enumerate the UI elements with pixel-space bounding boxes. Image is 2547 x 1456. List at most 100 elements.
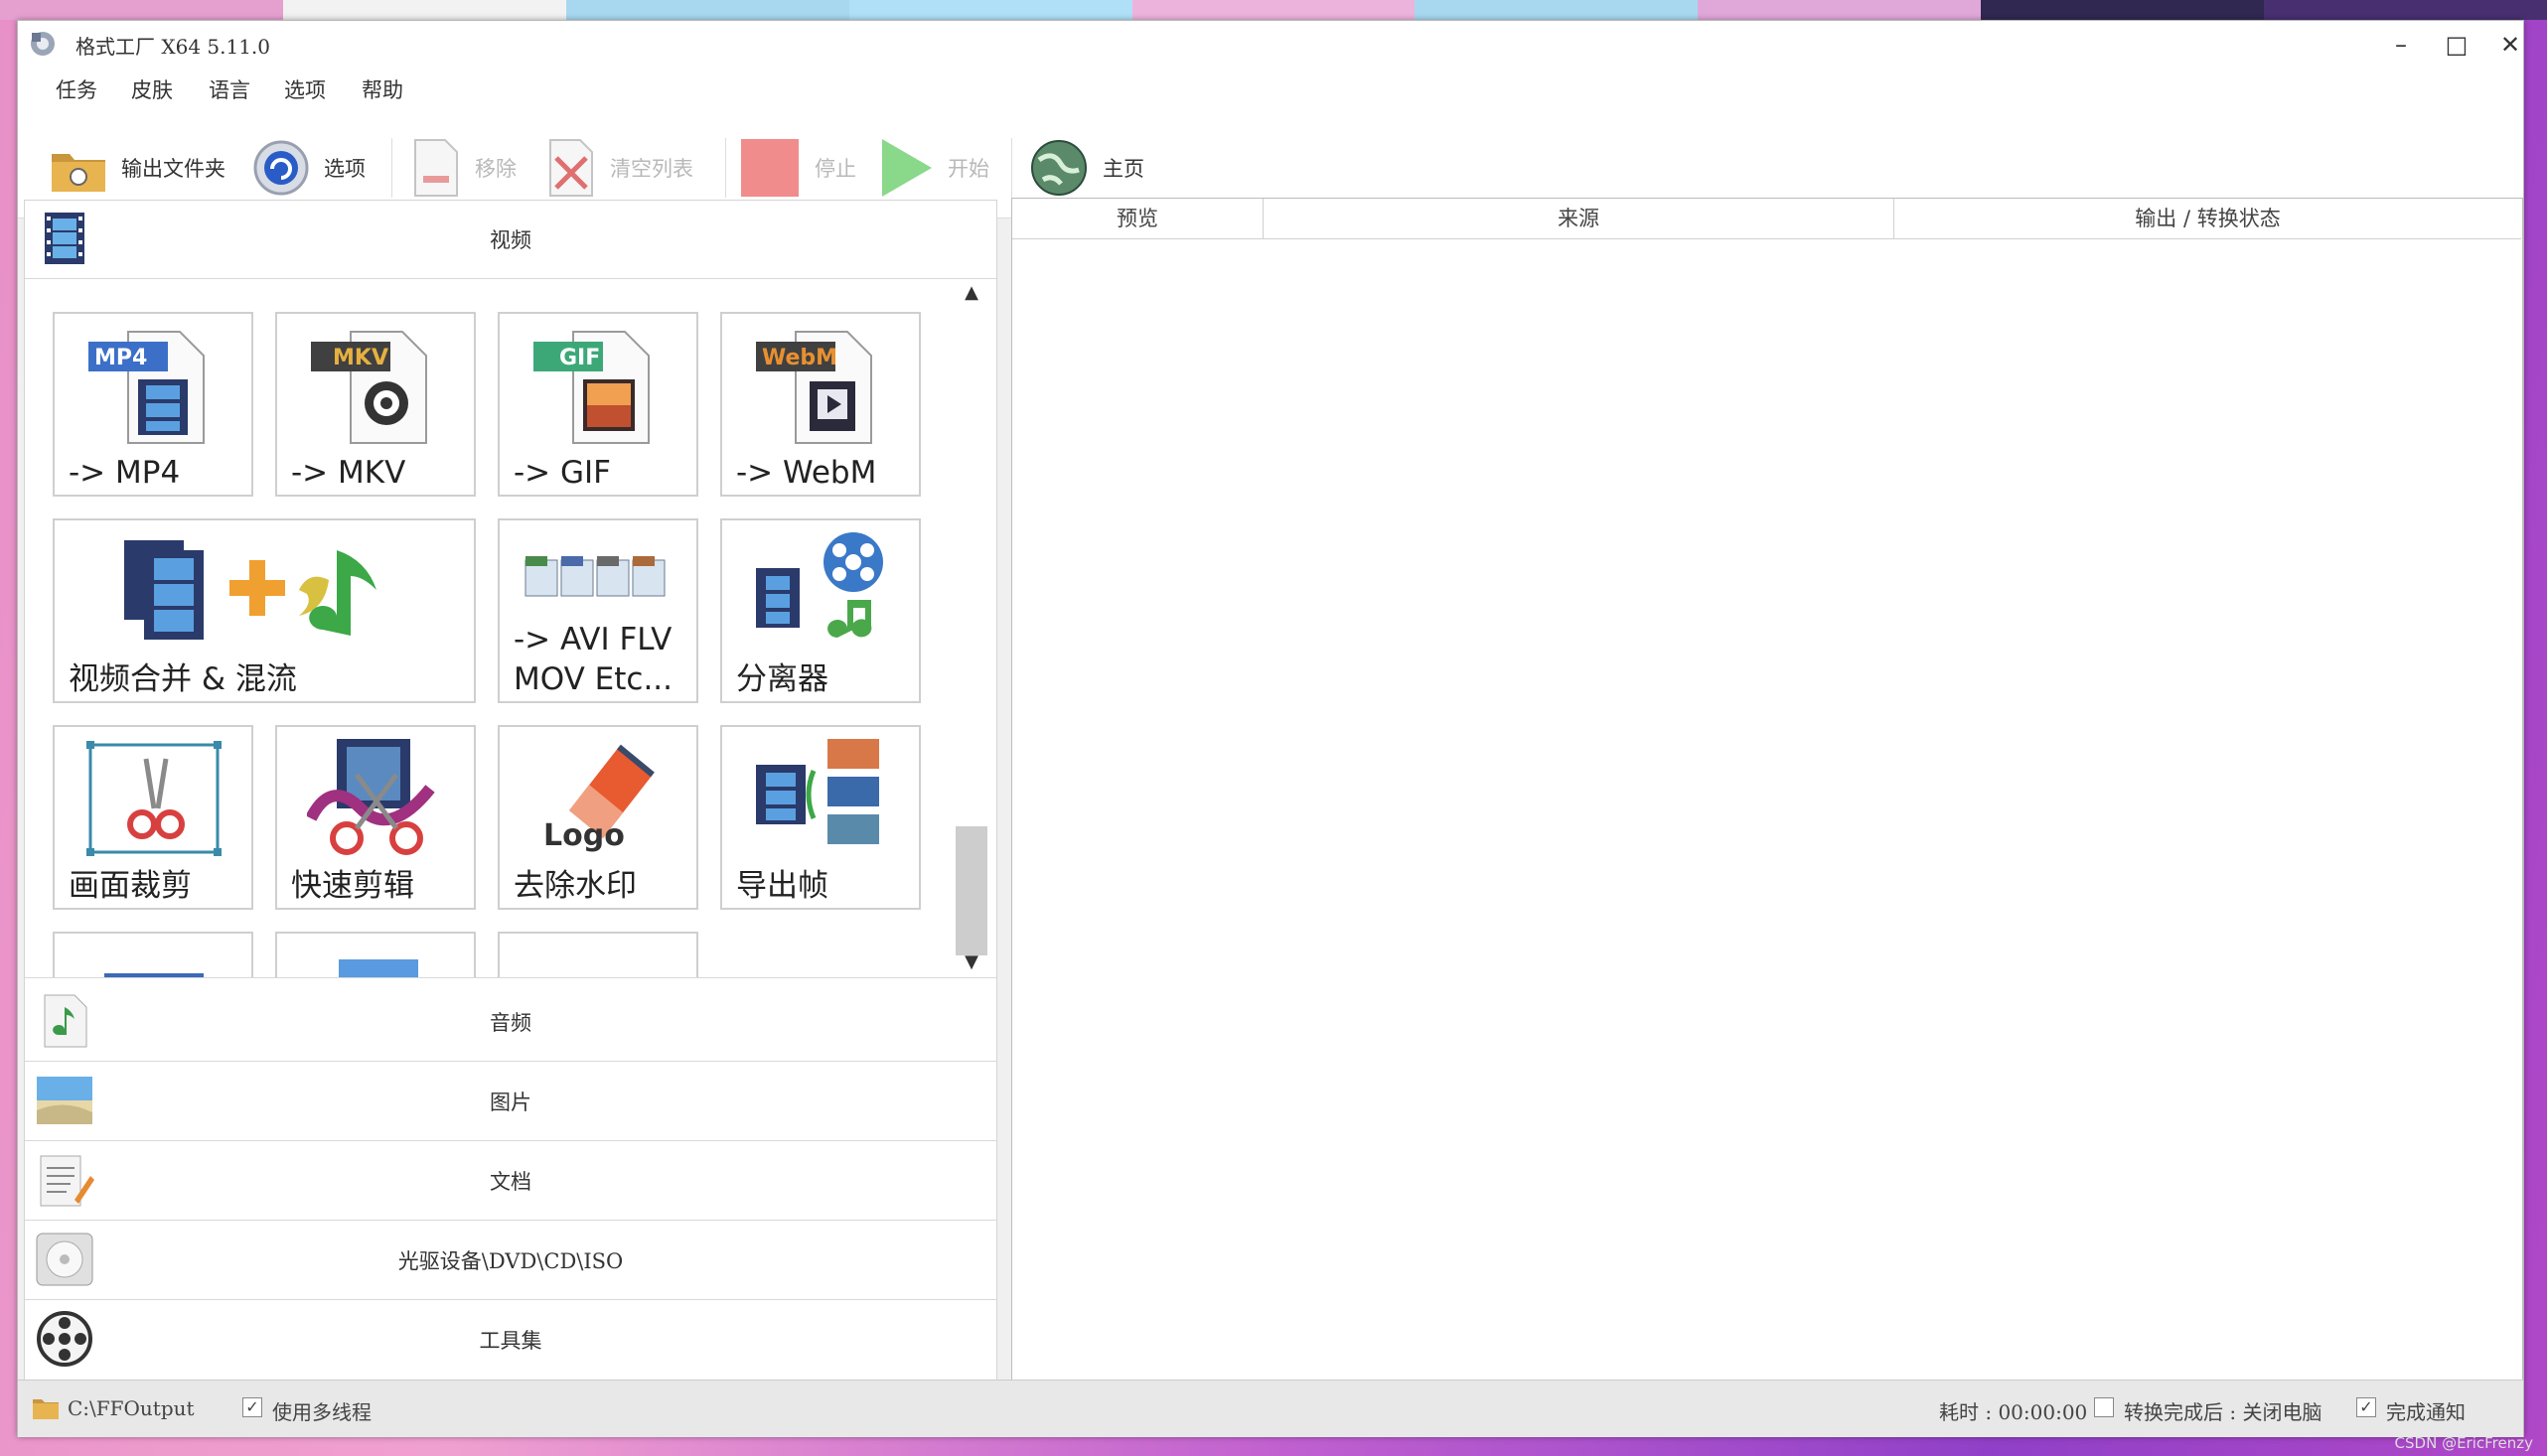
app-window: 格式工厂 X64 5.11.0 – □ ✕ 任务 皮肤 语言 选项 帮助 输出文… [17, 20, 2524, 1437]
tile-export-frames[interactable]: 导出帧 [720, 725, 921, 910]
menu-skin[interactable]: 皮肤 [131, 74, 173, 104]
home-button[interactable]: 主页 [1029, 138, 1144, 198]
csdn-watermark: CSDN @EricFrenzy [2394, 1434, 2533, 1452]
tile-remove-watermark[interactable]: Logo 去除水印 [498, 725, 698, 910]
column-preview[interactable]: 预览 [1012, 199, 1264, 239]
function-panel: 视频 MP4 -> MP4 MKV -> MKV GIF -> GIF WebM… [24, 200, 997, 1389]
tile-to-mkv[interactable]: MKV -> MKV [275, 312, 476, 497]
scroll-thumb[interactable] [956, 826, 987, 955]
multi-format-icons [524, 556, 666, 597]
category-tools-label: 工具集 [479, 1329, 542, 1353]
tile-to-avi-flv-mov-label: -> AVI FLV MOV Etc... [514, 622, 674, 697]
video-tools-grid: MP4 -> MP4 MKV -> MKV GIF -> GIF WebM ->… [25, 280, 996, 978]
gif-file-icon [533, 331, 650, 444]
output-folder-button[interactable]: 输出文件夹 [50, 138, 225, 198]
category-picture[interactable]: 图片 [25, 1063, 996, 1141]
tile-to-mp4[interactable]: MP4 -> MP4 [53, 312, 253, 497]
menu-language[interactable]: 语言 [209, 74, 250, 104]
category-video[interactable]: 视频 [25, 201, 996, 279]
tile-more-3[interactable] [498, 932, 698, 977]
play-icon [882, 139, 932, 197]
tile-to-gif-label: -> GIF [514, 455, 612, 491]
options-button[interactable]: 选项 [252, 138, 366, 198]
video-download-icon [339, 959, 418, 977]
quick-clip-icon [307, 739, 435, 855]
webm-badge: WebM [762, 346, 838, 370]
tile-remove-watermark-label: 去除水印 [514, 868, 637, 904]
scroll-up-arrow-icon[interactable]: ▲ [961, 282, 982, 304]
toolbar-separator [725, 138, 726, 198]
start-label: 开始 [948, 157, 989, 181]
multithread-checkbox[interactable]: ✓ [242, 1397, 262, 1417]
multithread-label: 使用多线程 [272, 1400, 372, 1424]
export-frames-icon [756, 739, 879, 844]
tile-to-avi-flv-mov[interactable]: -> AVI FLV MOV Etc... [498, 518, 698, 703]
tile-to-gif[interactable]: GIF -> GIF [498, 312, 698, 497]
format-factory-logo-icon [31, 32, 55, 56]
tile-quick-clip[interactable]: 快速剪辑 [275, 725, 476, 910]
elapsed-time: 耗时 : 00:00:00 [1939, 1400, 2088, 1424]
column-source[interactable]: 来源 [1264, 199, 1894, 239]
category-video-label: 视频 [490, 228, 531, 252]
logo-text: Logo [543, 818, 625, 853]
options-label: 选项 [324, 157, 366, 181]
remove-button[interactable]: 移除 [411, 138, 517, 198]
task-list[interactable]: 预览 来源 输出 / 转换状态 [1011, 198, 2523, 1391]
tile-to-webm[interactable]: WebM -> WebM [720, 312, 921, 497]
scroll-down-arrow-icon[interactable]: ▼ [961, 951, 982, 973]
tile-more-2[interactable] [275, 932, 476, 977]
tile-crop[interactable]: 画面裁剪 [53, 725, 253, 910]
output-folder-label: 输出文件夹 [121, 157, 225, 181]
crop-scissors-icon [86, 741, 222, 856]
gif-badge: GIF [559, 346, 601, 370]
stop-icon [741, 139, 799, 197]
maximize-button[interactable]: □ [2430, 25, 2483, 65]
clear-list-icon [549, 139, 593, 197]
tile-export-frames-label: 导出帧 [736, 868, 828, 904]
category-rom-device-label: 光驱设备\DVD\CD\ISO [397, 1249, 624, 1273]
mkv-badge: MKV [333, 346, 388, 370]
output-path[interactable]: C:\FFOutput [68, 1396, 195, 1420]
clear-list-label: 清空列表 [610, 157, 693, 181]
notify-checkbox[interactable]: ✓ [2356, 1397, 2376, 1417]
category-tools[interactable]: 工具集 [25, 1301, 996, 1379]
after-convert-label: 转换完成后 : 关闭电脑 [2124, 1400, 2322, 1424]
video-join-music-icon [124, 540, 376, 640]
minimize-button[interactable]: – [2374, 25, 2428, 65]
category-audio[interactable]: 音频 [25, 983, 996, 1062]
globe-icon [1031, 140, 1087, 196]
menu-task[interactable]: 任务 [56, 74, 97, 104]
toolbar-separator [1011, 138, 1012, 198]
category-document[interactable]: 文档 [25, 1142, 996, 1221]
category-rom-device[interactable]: 光驱设备\DVD\CD\ISO [25, 1222, 996, 1300]
tiles-scrollbar[interactable]: ▲ ▼ [953, 280, 990, 977]
tile-splitter-label: 分离器 [736, 661, 828, 697]
output-folder-small-icon [33, 1399, 59, 1419]
window-title: 格式工厂 X64 5.11.0 [75, 35, 271, 59]
stop-button[interactable]: 停止 [739, 138, 856, 198]
menu-help[interactable]: 帮助 [362, 74, 403, 104]
tile-more-1[interactable] [53, 932, 253, 977]
menu-options[interactable]: 选项 [284, 74, 326, 104]
tile-video-join-mux[interactable]: 视频合并 & 混流 [53, 518, 476, 703]
webm-file-icon [756, 331, 872, 444]
mkv-file-icon [311, 331, 427, 444]
stop-label: 停止 [815, 157, 856, 181]
mp4-file-icon [88, 331, 205, 444]
clear-list-button[interactable]: 清空列表 [546, 138, 693, 198]
gear-icon [253, 140, 309, 196]
tile-quick-clip-label: 快速剪辑 [291, 868, 414, 904]
home-label: 主页 [1103, 157, 1144, 181]
status-bar: C:\FFOutput ✓ 使用多线程 耗时 : 00:00:00 转换完成后 … [18, 1380, 2523, 1437]
folder-icon [52, 154, 105, 192]
column-output-status[interactable]: 输出 / 转换状态 [1894, 199, 2521, 239]
tile-to-mp4-label: -> MP4 [69, 455, 181, 491]
screen-record-icon [104, 973, 204, 977]
tile-splitter[interactable]: 分离器 [720, 518, 921, 703]
tile-video-join-mux-label: 视频合并 & 混流 [69, 661, 297, 697]
after-convert-checkbox[interactable] [2094, 1397, 2114, 1417]
tile-to-webm-label: -> WebM [736, 455, 877, 491]
desktop-background-strip [0, 0, 2547, 20]
start-button[interactable]: 开始 [878, 138, 989, 198]
close-button[interactable]: ✕ [2483, 25, 2537, 65]
